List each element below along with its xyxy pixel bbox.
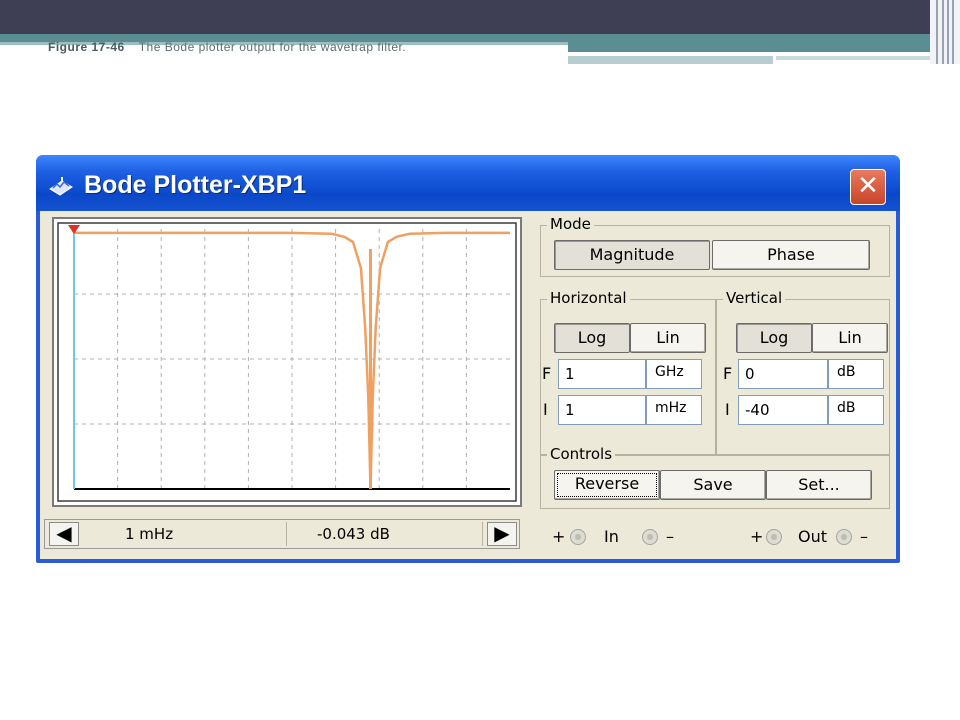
plot-inner-border xyxy=(57,222,517,502)
slide-header-bar xyxy=(0,0,930,34)
slide-accent-stripe-right xyxy=(568,42,930,52)
in-minus-sign: – xyxy=(666,527,674,546)
out-plus-terminal[interactable] xyxy=(766,529,782,545)
cursor-frequency-readout: 1 mHz xyxy=(85,522,287,546)
set-button[interactable]: Set... xyxy=(766,470,872,500)
vertical-initial-value-input[interactable]: -40 xyxy=(738,395,828,425)
in-label: In xyxy=(604,527,619,546)
in-plus-terminal[interactable] xyxy=(570,529,586,545)
out-minus-sign: – xyxy=(860,527,868,546)
horizontal-initial-label: I xyxy=(543,400,548,419)
vertical-initial-label: I xyxy=(725,400,730,419)
reverse-button[interactable]: Reverse xyxy=(554,470,660,500)
close-icon: ✕ xyxy=(857,171,879,201)
vertical-final-label: F xyxy=(723,364,733,383)
figure-label: Figure 17-46 xyxy=(48,40,125,54)
horizontal-lin-button[interactable]: Lin xyxy=(630,323,706,353)
bode-plotter-window: Bode Plotter-XBP1 ✕ ◀ 1 mHz -0.043 dB ▶ … xyxy=(36,155,900,563)
cursor-magnitude-readout: -0.043 dB xyxy=(287,522,483,546)
arrow-right-icon: ▶ xyxy=(494,521,510,545)
save-button[interactable]: Save xyxy=(660,470,766,500)
cursor-readout-bar: ◀ 1 mHz -0.043 dB ▶ xyxy=(44,519,520,549)
window-title: Bode Plotter-XBP1 xyxy=(84,171,307,199)
horizontal-initial-unit-select[interactable]: mHz xyxy=(646,395,702,425)
cursor-right-button[interactable]: ▶ xyxy=(487,522,517,546)
figure-caption: Figure 17-46 The Bode plotter output for … xyxy=(48,40,406,54)
figure-caption-text: The Bode plotter output for the wavetrap… xyxy=(138,40,407,54)
horizontal-final-value-input[interactable]: 1 xyxy=(558,359,646,389)
window-client-area: ◀ 1 mHz -0.043 dB ▶ Mode Magnitude Phase… xyxy=(40,211,896,559)
controls-group-title: Controls xyxy=(547,445,616,463)
in-minus-terminal[interactable] xyxy=(642,529,658,545)
slide-accent-stripe-lower-right xyxy=(776,56,930,60)
bode-plot-display[interactable] xyxy=(52,217,522,507)
bode-plot-canvas[interactable] xyxy=(54,219,520,505)
arrow-left-icon: ◀ xyxy=(56,521,72,545)
window-titlebar[interactable]: Bode Plotter-XBP1 ✕ xyxy=(36,155,900,211)
vertical-group-title: Vertical xyxy=(723,289,786,307)
out-plus-sign: + xyxy=(750,527,764,546)
in-plus-sign: + xyxy=(552,527,566,546)
horizontal-log-button[interactable]: Log xyxy=(554,323,630,353)
vertical-log-button[interactable]: Log xyxy=(736,323,812,353)
horizontal-final-unit-select[interactable]: GHz xyxy=(646,359,702,389)
horizontal-group-title: Horizontal xyxy=(547,289,630,307)
close-button[interactable]: ✕ xyxy=(850,169,886,205)
out-minus-terminal[interactable] xyxy=(836,529,852,545)
vertical-final-unit-select[interactable]: dB xyxy=(828,359,884,389)
mode-group-title: Mode xyxy=(547,215,594,233)
out-label: Out xyxy=(798,527,828,546)
mode-magnitude-button[interactable]: Magnitude xyxy=(554,240,710,270)
cursor-left-button[interactable]: ◀ xyxy=(49,522,79,546)
bode-plotter-app-icon xyxy=(49,177,73,196)
horizontal-final-label: F xyxy=(542,364,552,383)
slide-accent-stripe-lower xyxy=(568,56,773,64)
vertical-lin-button[interactable]: Lin xyxy=(812,323,888,353)
vertical-initial-unit-select[interactable]: dB xyxy=(828,395,884,425)
mode-phase-button[interactable]: Phase xyxy=(712,240,870,270)
vertical-final-value-input[interactable]: 0 xyxy=(738,359,828,389)
slide-header-ornament xyxy=(930,0,960,64)
horizontal-initial-value-input[interactable]: 1 xyxy=(558,395,646,425)
